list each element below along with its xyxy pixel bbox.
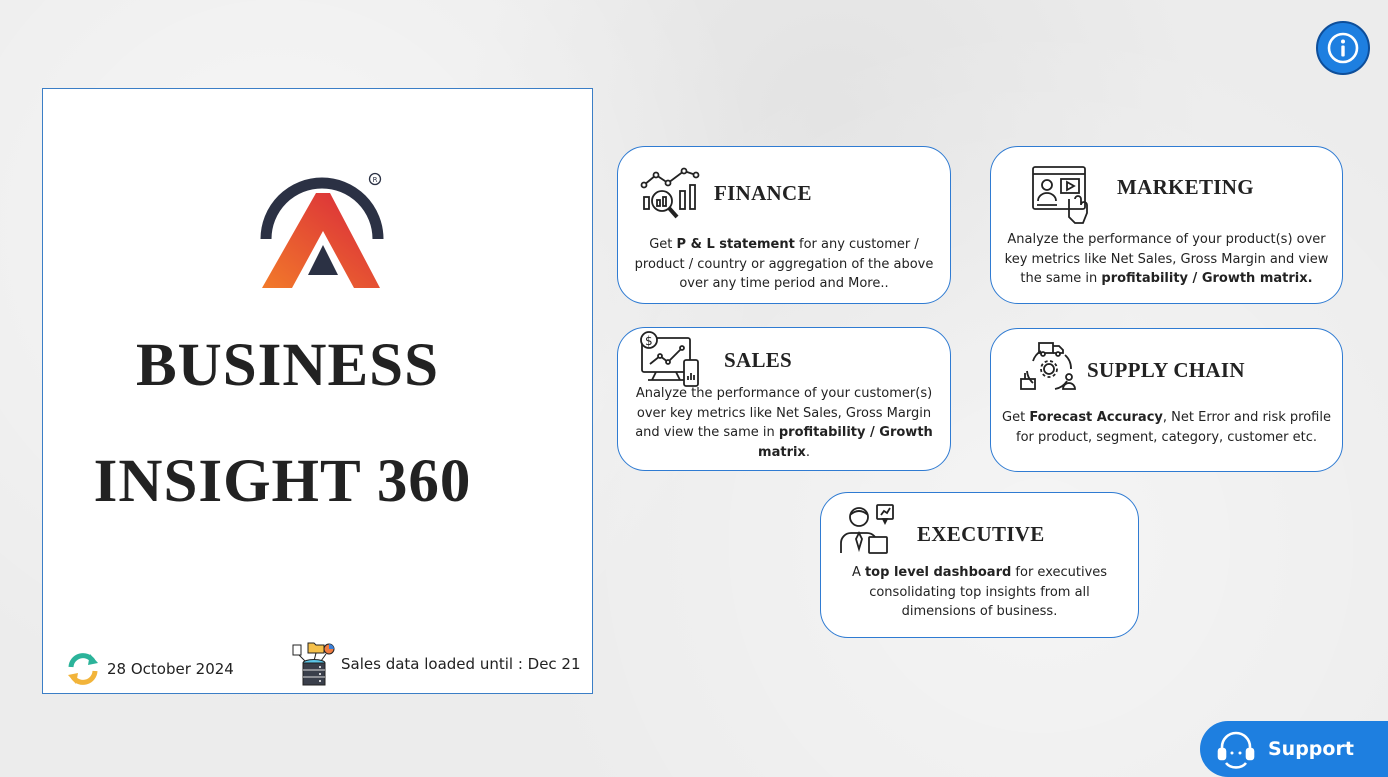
finance-title: FINANCE	[714, 181, 812, 205]
database-icon	[292, 642, 335, 686]
finance-description: Get P & L statement for any customer / p…	[634, 237, 934, 291]
executive-description: A top level dashboard for executives con…	[851, 565, 1108, 619]
info-button[interactable]	[1316, 21, 1370, 75]
sales-description: Analyze the performance of your customer…	[635, 386, 933, 460]
finance-analytics-icon	[640, 167, 700, 219]
executive-title: EXECUTIVE	[917, 522, 1045, 546]
supply-chain-title: SUPPLY CHAIN	[1087, 358, 1245, 382]
sales-card[interactable]: $ SALES Analyze the performance of your …	[617, 327, 951, 471]
finance-card[interactable]: FINANCE Get P & L statement for any cust…	[617, 146, 951, 304]
refresh-date-text: 28 October 2024	[107, 660, 234, 678]
sales-title: SALES	[724, 348, 793, 372]
executive-card[interactable]: EXECUTIVE A top level dashboard for exec…	[820, 492, 1139, 638]
support-label: Support	[1268, 738, 1354, 760]
refresh-date: 28 October 2024	[65, 651, 234, 687]
marketing-title: MARKETING	[1117, 175, 1254, 199]
supply-chain-card[interactable]: SUPPLY CHAIN Get Forecast Accuracy, Net …	[990, 328, 1343, 472]
sales-dashboard-icon: $	[640, 331, 699, 387]
support-agent-icon	[1217, 731, 1255, 769]
marketing-card[interactable]: MARKETING Analyze the performance of you…	[990, 146, 1343, 304]
marketing-description: Analyze the performance of your product(…	[1004, 232, 1329, 286]
title-line-2: INSIGHT 360	[93, 448, 472, 515]
svg-text:R: R	[373, 176, 378, 184]
title-line-1: BUSINESS	[136, 332, 439, 399]
title-card: R BUSINESS INSIGHT 360 28 October 2024 S…	[42, 88, 593, 694]
executive-person-icon	[840, 504, 894, 554]
data-loaded-text: Sales data loaded until : Dec 21	[341, 655, 581, 673]
info-icon	[1327, 32, 1359, 64]
supply-chain-description: Get Forecast Accuracy, Net Error and ris…	[1002, 410, 1331, 445]
brand-a-logo: R	[260, 172, 384, 288]
marketing-presentation-icon	[1032, 166, 1088, 224]
data-loaded-status: Sales data loaded until : Dec 21	[291, 641, 581, 687]
support-button[interactable]: Support	[1200, 721, 1388, 777]
refresh-icon	[68, 653, 98, 685]
svg-text:$: $	[645, 334, 653, 348]
supply-chain-cycle-icon	[1020, 342, 1076, 390]
